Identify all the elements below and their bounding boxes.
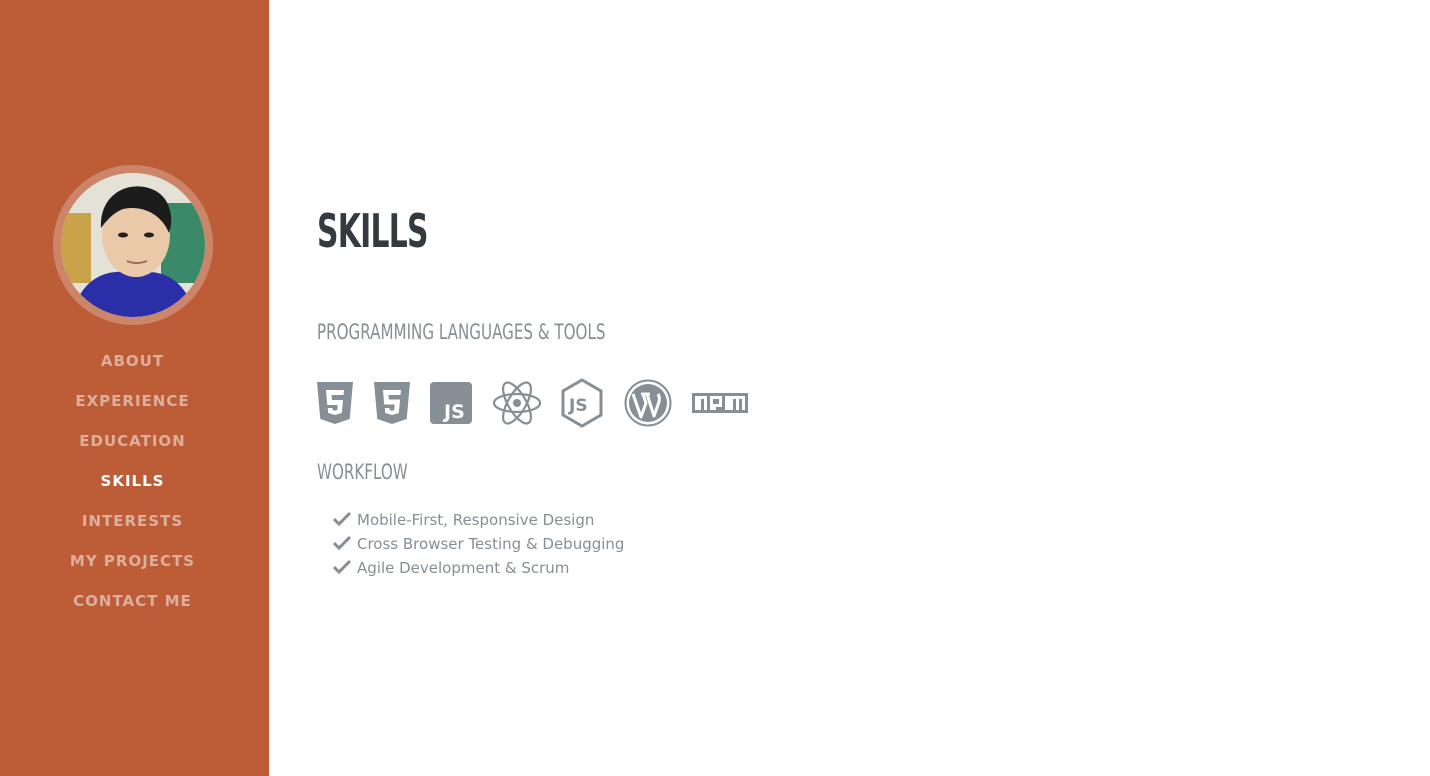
nav-item-interests[interactable]: INTERESTS	[0, 503, 265, 543]
profile-photo-illustration	[61, 173, 205, 317]
languages-heading: PROGRAMMING LANGUAGES & TOOLS	[317, 320, 606, 344]
svg-text:JS: JS	[568, 396, 588, 416]
react-icon	[492, 381, 542, 425]
workflow-item: Agile Development & Scrum	[333, 556, 624, 580]
check-icon	[333, 512, 351, 526]
workflow-item-label: Cross Browser Testing & Debugging	[357, 535, 625, 553]
workflow-item: Cross Browser Testing & Debugging	[333, 532, 624, 556]
nav-item-skills[interactable]: SKILLS	[0, 463, 265, 503]
javascript-icon: JS	[430, 382, 472, 424]
svg-text:JS: JS	[442, 401, 465, 423]
page-title: SKILLS	[317, 204, 428, 258]
nav-item-my-projects[interactable]: MY PROJECTS	[0, 543, 265, 583]
nav-item-education[interactable]: EDUCATION	[0, 423, 265, 463]
wordpress-icon	[624, 379, 672, 427]
workflow-list: Mobile-First, Responsive Design Cross Br…	[333, 508, 624, 580]
profile-avatar	[53, 165, 213, 325]
workflow-item-label: Agile Development & Scrum	[357, 559, 570, 577]
sidebar-nav: ABOUT EXPERIENCE EDUCATION SKILLS INTERE…	[0, 343, 265, 623]
css3-icon	[374, 382, 410, 424]
check-icon	[333, 536, 351, 550]
html5-icon	[317, 382, 353, 424]
profile-photo	[61, 173, 205, 317]
workflow-item-label: Mobile-First, Responsive Design	[357, 511, 595, 529]
nav-item-contact-me[interactable]: CONTACT ME	[0, 583, 265, 623]
nav-item-about[interactable]: ABOUT	[0, 343, 265, 383]
workflow-heading: WORKFLOW	[317, 460, 408, 484]
workflow-item: Mobile-First, Responsive Design	[333, 508, 624, 532]
nodejs-icon: JS	[561, 378, 603, 428]
npm-icon	[692, 393, 748, 413]
check-icon	[333, 560, 351, 574]
sidebar: ABOUT EXPERIENCE EDUCATION SKILLS INTERE…	[0, 0, 269, 776]
nav-item-experience[interactable]: EXPERIENCE	[0, 383, 265, 423]
